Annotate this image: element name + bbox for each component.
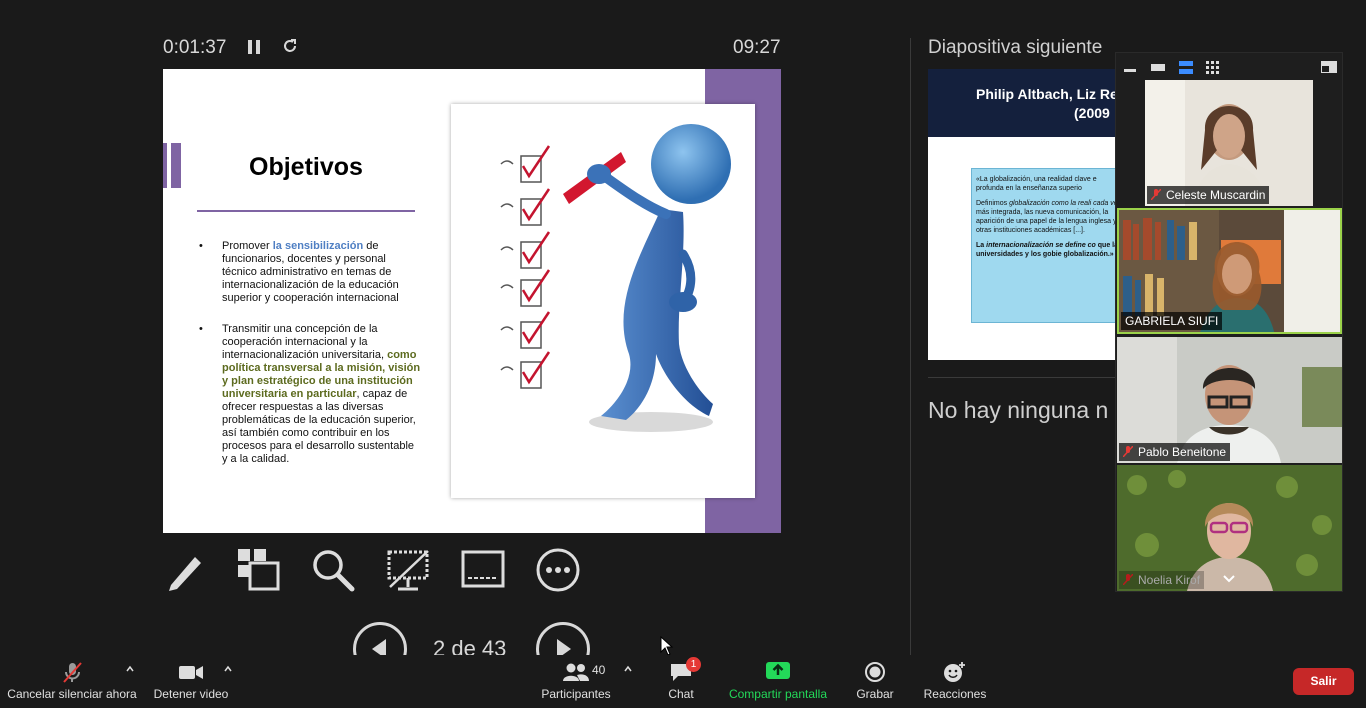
participant-video-tile-active[interactable]: GABRIELA SIUFI xyxy=(1117,208,1342,334)
presenter-view: 0:01:37 09:27 Objetivos • Promover la se… xyxy=(0,0,910,676)
gallery-controls xyxy=(1116,53,1344,81)
scroll-down-chevron-icon[interactable] xyxy=(1223,575,1235,583)
muted-mic-icon xyxy=(1123,574,1133,585)
strip-view-icon[interactable] xyxy=(1179,61,1193,75)
black-screen-icon[interactable] xyxy=(386,547,432,593)
share-screen-icon xyxy=(766,662,790,679)
video-gallery-panel: Celeste Muscardin GABRIELA SIUFI Pablo B… xyxy=(1115,52,1343,592)
next-slide-thumbnail[interactable]: Philip Altbach, Liz Re (2009 «La globali… xyxy=(928,69,1128,360)
participants-icon xyxy=(563,663,589,681)
minimize-icon[interactable] xyxy=(1124,61,1136,73)
slide-title-underline xyxy=(197,210,415,212)
video-options-chevron-icon[interactable] xyxy=(224,665,232,673)
pause-timer-button[interactable] xyxy=(248,40,260,54)
annotate-pen-icon[interactable] xyxy=(163,547,209,593)
participant-nametag: Noelia Kirof xyxy=(1119,571,1205,589)
popout-icon[interactable] xyxy=(1321,61,1337,73)
participant-video-tile[interactable]: Celeste Muscardin xyxy=(1145,80,1313,206)
smiley-reaction-icon xyxy=(944,662,965,682)
slide-checklist-illustration xyxy=(451,104,755,498)
chat-unread-badge: 1 xyxy=(686,657,701,672)
gallery-grid-icon[interactable] xyxy=(1206,61,1220,75)
more-options-icon[interactable] xyxy=(535,547,581,593)
speaker-view-icon[interactable] xyxy=(1151,61,1165,73)
pane-divider xyxy=(910,38,911,655)
view-all-slides-icon[interactable] xyxy=(236,547,282,593)
meeting-toolbar: Cancelar silenciar ahora Detener video 4… xyxy=(0,655,1366,708)
participant-nametag: GABRIELA SIUFI xyxy=(1121,312,1223,330)
current-time: 09:27 xyxy=(733,37,781,58)
muted-mic-icon xyxy=(1151,189,1161,200)
record-icon xyxy=(865,662,885,682)
muted-mic-icon xyxy=(63,662,82,683)
no-notes-message: No hay ninguna n xyxy=(928,397,1109,423)
stop-video-button[interactable]: Detener video xyxy=(150,655,232,708)
video-camera-icon xyxy=(179,666,203,679)
share-screen-button[interactable]: Compartir pantalla xyxy=(726,655,830,708)
slide-title-accent xyxy=(163,143,181,188)
participants-options-chevron-icon[interactable] xyxy=(624,665,632,673)
participant-video-tile[interactable]: Noelia Kirof xyxy=(1117,465,1342,591)
participant-nametag: Celeste Muscardin xyxy=(1147,186,1270,204)
participants-button[interactable]: 40 Participantes xyxy=(538,655,614,708)
restart-timer-icon[interactable] xyxy=(282,38,298,54)
unmute-button[interactable]: Cancelar silenciar ahora xyxy=(5,655,139,708)
participant-nametag: Pablo Beneitone xyxy=(1119,443,1231,461)
mouse-cursor-icon xyxy=(660,636,674,656)
record-button[interactable]: Grabar xyxy=(852,655,898,708)
current-slide: Objetivos • Promover la sensibilización … xyxy=(163,69,781,533)
elapsed-timer: 0:01:37 xyxy=(163,37,227,58)
zoom-magnifier-icon[interactable] xyxy=(310,547,356,593)
slide-title: Objetivos xyxy=(249,153,363,181)
next-slide-label: Diapositiva siguiente xyxy=(928,37,1103,58)
reactions-button[interactable]: Reacciones xyxy=(922,655,988,708)
leave-meeting-button[interactable]: Salir xyxy=(1293,668,1354,695)
subtitles-icon[interactable] xyxy=(460,547,506,593)
next-slide-quote-box: «La globalización, una realidad clave e … xyxy=(971,168,1128,323)
participant-video-tile[interactable]: Pablo Beneitone xyxy=(1117,337,1342,463)
checklist-figure-icon xyxy=(500,124,731,432)
muted-mic-icon xyxy=(1123,446,1133,457)
audio-options-chevron-icon[interactable] xyxy=(126,665,134,673)
participants-count: 40 xyxy=(592,663,606,677)
